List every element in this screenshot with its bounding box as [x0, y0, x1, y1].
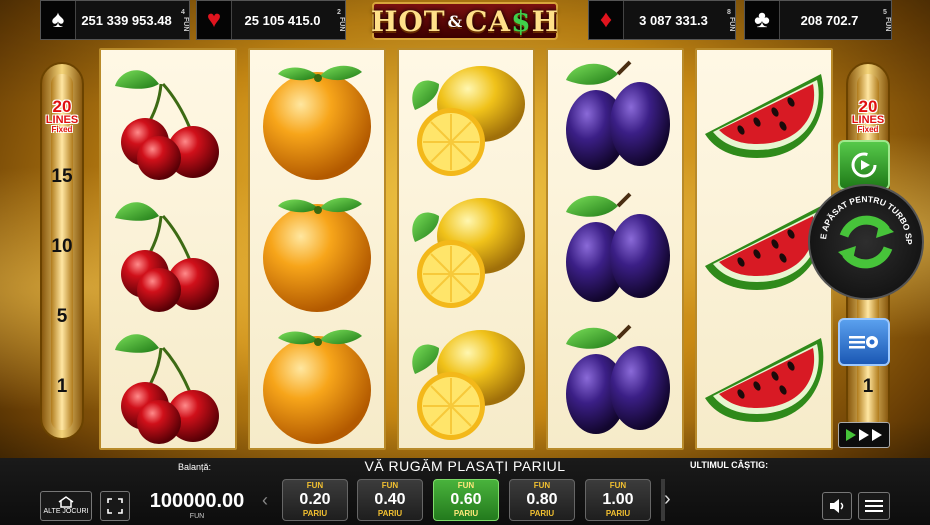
fullscreen-button[interactable]	[100, 491, 130, 521]
reel-1	[99, 48, 237, 450]
replay-icon	[851, 152, 877, 178]
orange-icon	[263, 197, 371, 312]
home-icon	[58, 496, 74, 508]
lemon-icon	[411, 329, 526, 441]
status-message: VĂ RUGĂM PLASAȚI PARIUL	[364, 458, 566, 474]
lines-indicator-left: 20 LINES Fixed	[45, 97, 79, 134]
balance-value: 100000.00	[149, 490, 245, 512]
plum-icon	[564, 192, 672, 304]
watermelon-icon	[705, 74, 824, 158]
club-icon: ♣	[745, 1, 780, 39]
plum-icon	[564, 324, 672, 436]
cherry-icon	[113, 200, 221, 314]
line-number: 1	[862, 376, 874, 397]
sound-button[interactable]	[822, 492, 852, 520]
reel-2	[248, 48, 386, 450]
reel-4	[546, 48, 684, 450]
heart-icon: ♥	[197, 1, 232, 39]
lines-indicator-right: 20 LINES Fixed	[851, 97, 885, 134]
other-games-button[interactable]: ALTE JOCURI	[40, 491, 92, 521]
reel-3	[397, 48, 535, 450]
bet-option[interactable]: FUN 0.20 PARIU	[282, 479, 348, 521]
bet-option[interactable]: FUN 0.80 PARIU	[509, 479, 575, 521]
cherry-icon	[113, 68, 221, 182]
bet-next-arrow[interactable]: ›	[664, 488, 671, 511]
lemon-icon	[411, 65, 526, 177]
jackpot-value: 25 105 415.0	[244, 12, 321, 28]
settings-sliders-icon	[849, 336, 878, 349]
menu-button[interactable]	[858, 492, 890, 520]
orange-icon	[263, 65, 371, 180]
jackpot-value: 208 702.7	[800, 12, 859, 28]
jackpot-club: ♣ 208 702.7 5 FUN	[744, 0, 892, 40]
line-number: 10	[51, 236, 73, 257]
jackpot-value: 3 087 331.3	[639, 12, 708, 28]
turbo-spin-icon: ȚINE APĂSAT PENTRU TURBO SPIN	[807, 178, 914, 269]
balance-unit: FUN	[189, 513, 205, 520]
bet-option[interactable]: FUN 0.40 PARIU	[357, 479, 423, 521]
jackpot-value: 251 339 953.48	[81, 12, 172, 28]
game-logo: HOT & CA $ H	[371, 2, 558, 40]
jackpot-spade: ♠ 251 339 953.48 4 FUN	[40, 0, 190, 40]
settings-button[interactable]	[838, 318, 890, 366]
speaker-icon	[830, 499, 844, 513]
lemon-icon	[411, 197, 526, 309]
spin-button[interactable]: ȚINE APĂSAT PENTRU TURBO SPIN	[807, 178, 924, 300]
bet-option-selected[interactable]: FUN 0.60 PARIU	[433, 479, 499, 521]
fast-forward-icon	[846, 429, 882, 441]
line-number: 5	[56, 306, 68, 327]
cherry-icon	[113, 332, 221, 446]
bet-prev-arrow[interactable]: ‹	[262, 490, 268, 511]
orange-icon	[263, 329, 371, 444]
bet-option[interactable]: FUN 1.00 PARIU	[585, 479, 651, 521]
hamburger-menu-icon	[865, 500, 883, 512]
jackpot-heart: ♥ 25 105 415.0 2 FUN	[196, 0, 346, 40]
svg-text:ȚINE APĂSAT PENTRU TURBO SPIN: ȚINE APĂSAT PENTRU TURBO SPIN	[810, 186, 914, 245]
fullscreen-icon	[107, 498, 123, 514]
diamond-icon: ♦	[589, 1, 624, 39]
last-win-label: ULTIMUL CÂȘTIG:	[690, 460, 769, 470]
plum-icon	[564, 60, 672, 172]
line-number: 15	[51, 166, 73, 187]
autoplay-button[interactable]	[838, 140, 890, 190]
line-number: 1	[56, 376, 68, 397]
spade-icon: ♠	[41, 1, 76, 39]
fast-forward-button[interactable]	[838, 422, 890, 448]
jackpot-diamond: ♦ 3 087 331.3 8 FUN	[588, 0, 736, 40]
watermelon-icon	[705, 338, 824, 422]
